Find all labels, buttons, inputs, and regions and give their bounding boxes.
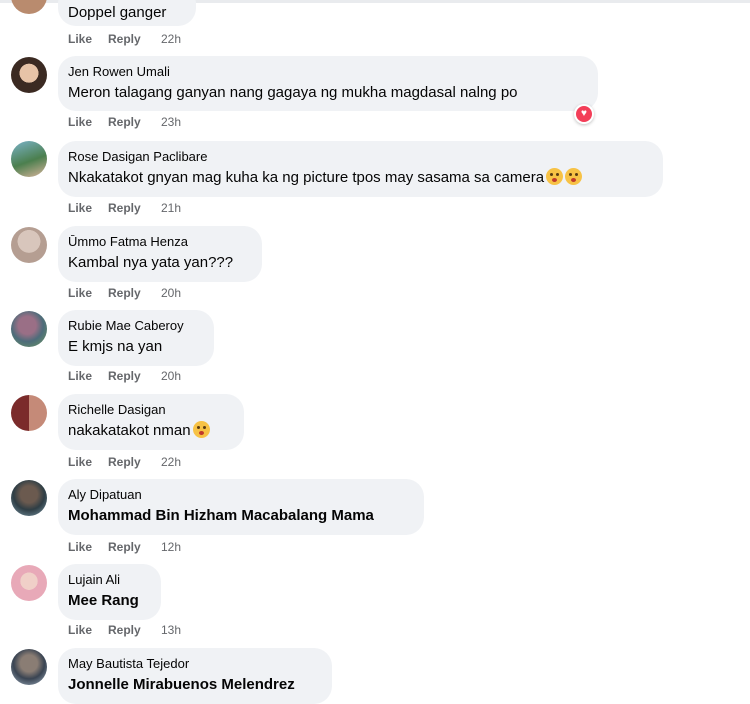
reply-button[interactable]: Reply [108,540,161,554]
heart-icon: ♥ [576,106,592,122]
avatar[interactable] [11,227,47,263]
avatar[interactable] [11,565,47,601]
comment-timestamp[interactable]: 20h [161,369,181,383]
comment-timestamp[interactable]: 22h [161,32,181,46]
flushed-emoji-icon [546,168,564,185]
comment-author[interactable]: May Bautista Tejedor [68,655,320,672]
comment-text: Kambal nya yata yan??? [68,254,234,271]
comment-actions: Like Reply 20h [68,286,181,300]
comment-text: Jonnelle Mirabuenos Melendrez [68,676,295,693]
comment-author[interactable]: Rose Dasigan Paclibare [68,148,651,165]
comment-actions: Like Reply 13h [68,623,181,637]
reply-button[interactable]: Reply [108,623,161,637]
reply-button[interactable]: Reply [108,115,161,129]
comment-author[interactable]: Jen Rowen Umali [68,63,586,80]
comment-text-content: Nkakatakot gnyan mag kuha ka ng picture … [68,169,545,186]
like-button[interactable]: Like [68,455,108,469]
comment-text: Nkakatakot gnyan mag kuha ka ng picture … [68,168,651,188]
comment-actions: Like Reply 22h [68,32,181,46]
comment-text-content: nakakatakot nman [68,422,191,439]
reply-button[interactable]: Reply [108,201,161,215]
comment-text: Mohammad Bin Hizham Macabalang Mama [68,507,374,524]
comment-bubble: Ūmmo Fatma Henza Kambal nya yata yan??? [58,226,262,282]
comment-timestamp[interactable]: 12h [161,540,181,554]
comment-text: nakakatakot nman [68,421,232,441]
comment-bubble: Lujain Ali Mee Rang [58,564,161,620]
sad-emoji-icon [192,421,210,438]
comment-bubble: Jen Rowen Umali Meron talagang ganyan na… [58,56,598,111]
comment-bubble: Rose Dasigan Paclibare Nkakatakot gnyan … [58,141,663,197]
like-button[interactable]: Like [68,201,108,215]
comment-bubble: May Bautista Tejedor Jonnelle Mirabuenos… [58,648,332,704]
like-button[interactable]: Like [68,32,108,46]
comment-bubble: Rubie Mae Caberoy E kmjs na yan [58,310,214,366]
comment-bubble: Doppel ganger [58,0,196,26]
comment-author[interactable]: Ūmmo Fatma Henza [68,233,250,250]
like-button[interactable]: Like [68,623,108,637]
comment-timestamp[interactable]: 13h [161,623,181,637]
comment-bubble: Aly Dipatuan Mohammad Bin Hizham Macabal… [58,479,424,535]
comment-author[interactable]: Lujain Ali [68,571,149,588]
comment-actions: Like Reply 12h [68,540,181,554]
comment-text: Mee Rang [68,592,139,609]
comment-author[interactable]: Aly Dipatuan [68,486,412,503]
avatar[interactable] [11,141,47,177]
reply-button[interactable]: Reply [108,32,161,46]
reply-button[interactable]: Reply [108,286,161,300]
like-button[interactable]: Like [68,286,108,300]
comment-actions: Like Reply 23h [68,115,181,129]
comment-author[interactable]: Rubie Mae Caberoy [68,317,202,334]
avatar[interactable] [11,0,47,14]
avatar[interactable] [11,649,47,685]
avatar[interactable] [11,311,47,347]
avatar[interactable] [11,480,47,516]
comment-actions: Like Reply 21h [68,201,181,215]
comment-timestamp[interactable]: 23h [161,115,181,129]
comment-timestamp[interactable]: 21h [161,201,181,215]
comment-text: E kmjs na yan [68,338,163,355]
comment-bubble: Richelle Dasigan nakakatakot nman [58,394,244,450]
avatar[interactable] [11,395,47,431]
reply-button[interactable]: Reply [108,455,161,469]
comment-text: Doppel ganger [68,4,167,21]
like-button[interactable]: Like [68,115,108,129]
comment-text: Meron talagang ganyan nang gagaya ng muk… [68,84,518,101]
comment-author[interactable]: Richelle Dasigan [68,401,232,418]
comment-timestamp[interactable]: 22h [161,455,181,469]
comment-actions: Like Reply 20h [68,369,181,383]
comment-actions: Like Reply 22h [68,455,181,469]
like-button[interactable]: Like [68,369,108,383]
avatar[interactable] [11,57,47,93]
like-button[interactable]: Like [68,540,108,554]
heart-reaction[interactable]: ♥ [574,104,594,124]
comment-timestamp[interactable]: 20h [161,286,181,300]
flushed-emoji-icon [565,168,583,185]
reply-button[interactable]: Reply [108,369,161,383]
